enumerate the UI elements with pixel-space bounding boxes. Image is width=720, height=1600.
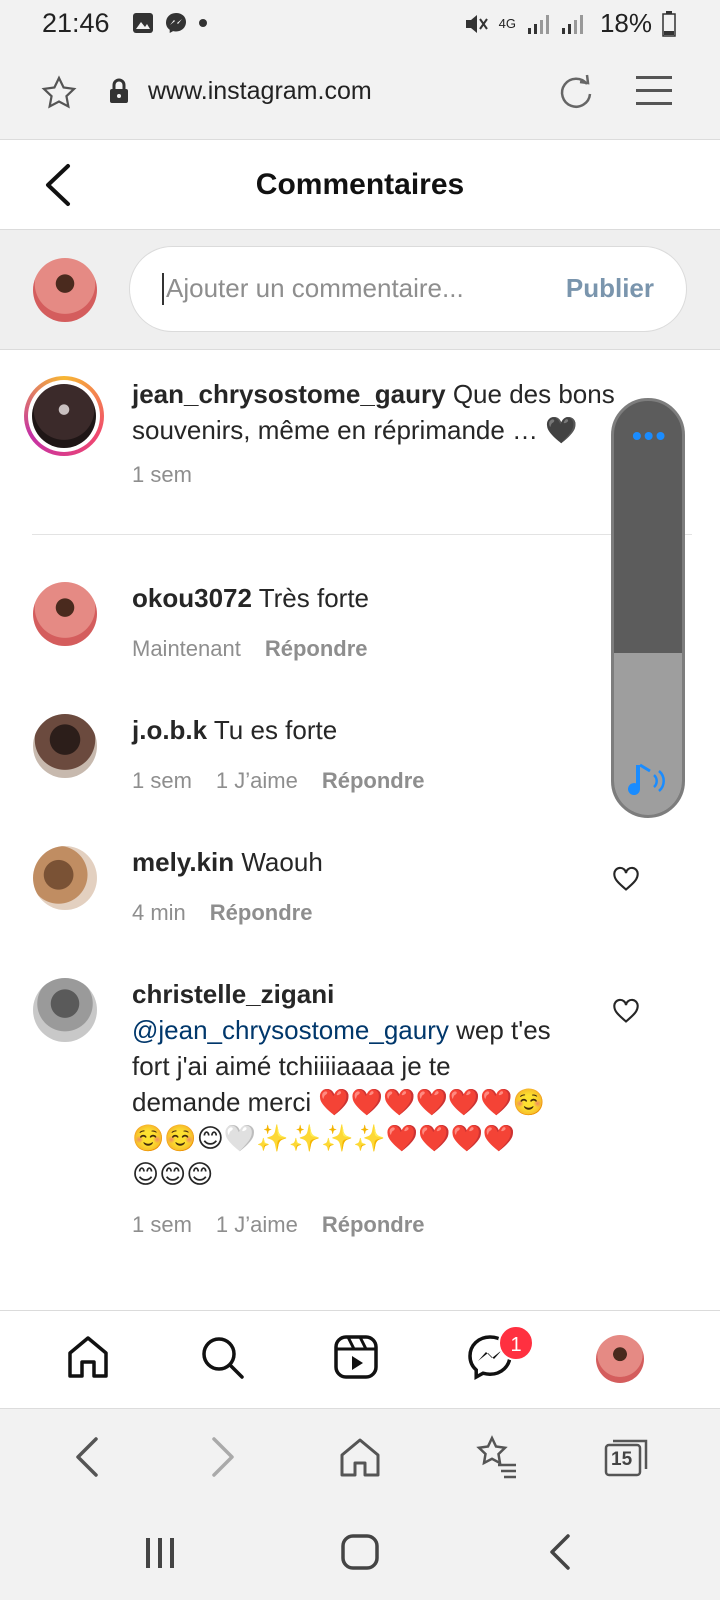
home-button-icon[interactable] xyxy=(340,1532,380,1572)
caption-time: 1 sem xyxy=(132,462,192,487)
mute-icon xyxy=(465,14,488,33)
comment-text-line: ☺️☺️😊🤍✨✨✨✨❤️❤️❤️❤️ xyxy=(132,1123,516,1153)
bookmarks-icon[interactable] xyxy=(474,1435,518,1479)
browser-home-icon[interactable] xyxy=(338,1435,382,1479)
browser-bottom-bar: 15 xyxy=(0,1408,720,1512)
music-note-icon[interactable] xyxy=(626,761,670,801)
list-item: mely.kin Waouh 4 min Répondre xyxy=(0,844,720,954)
commenter-avatar[interactable] xyxy=(33,582,97,646)
url-field[interactable]: www.instagram.com xyxy=(148,77,372,106)
comment-time: 1 sem xyxy=(132,1212,192,1237)
comment-username[interactable]: mely.kin xyxy=(132,847,234,877)
like-heart-icon[interactable] xyxy=(612,998,640,1024)
status-time: 21:46 xyxy=(42,8,110,38)
comment-text: Waouh xyxy=(241,847,323,877)
reply-button[interactable]: Répondre xyxy=(210,900,313,926)
caption-author-avatar[interactable] xyxy=(24,376,104,456)
profile-avatar[interactable] xyxy=(596,1335,644,1383)
comment-text-line: fort j'ai aimé tchiiiiaaaa je te xyxy=(132,1051,451,1081)
messages-badge: 1 xyxy=(498,1325,534,1361)
recent-apps-icon[interactable] xyxy=(140,1532,180,1572)
dot-icon xyxy=(199,19,207,27)
menu-icon[interactable] xyxy=(636,74,672,108)
network-type: 4G xyxy=(498,16,516,31)
like-heart-icon[interactable] xyxy=(612,866,640,892)
home-icon[interactable] xyxy=(64,1333,112,1381)
lock-icon xyxy=(110,78,128,103)
reload-icon[interactable] xyxy=(556,72,596,112)
commenter-avatar[interactable] xyxy=(33,846,97,910)
status-bar: 21:46 4G 18% xyxy=(0,0,720,48)
bookmark-star-icon[interactable] xyxy=(40,74,78,112)
signal-icon xyxy=(527,14,583,34)
search-icon[interactable] xyxy=(198,1333,246,1381)
comment-text: Très forte xyxy=(258,583,370,613)
comment-time: 1 sem xyxy=(132,768,192,793)
reply-button[interactable]: Répondre xyxy=(265,636,368,662)
instagram-bottom-nav: 1 xyxy=(0,1310,720,1408)
system-nav-bar xyxy=(0,1512,720,1600)
comments-header: Commentaires xyxy=(0,140,720,230)
comment-time: Maintenant xyxy=(132,636,241,661)
comment-input[interactable]: Ajouter un commentaire... Publier xyxy=(129,246,687,332)
comment-username[interactable]: okou3072 xyxy=(132,583,252,613)
like-count[interactable]: 1 J’aime xyxy=(216,768,298,794)
messenger-icon xyxy=(166,13,186,33)
commenter-avatar[interactable] xyxy=(33,714,97,778)
reply-button[interactable]: Répondre xyxy=(322,768,425,794)
browser-back-icon[interactable] xyxy=(72,1435,102,1479)
browser-address-bar: www.instagram.com xyxy=(0,48,720,140)
battery-level: 18% xyxy=(599,8,652,38)
commenter-avatar[interactable] xyxy=(33,978,97,1042)
reply-button[interactable]: Répondre xyxy=(322,1212,425,1238)
comment-username[interactable]: j.o.b.k xyxy=(132,715,207,745)
comment-text-line: demande merci ❤️❤️❤️❤️❤️❤️☺️ xyxy=(132,1087,546,1117)
caption-text-2: souvenirs, même en réprimande … 🖤 xyxy=(132,415,578,445)
comment-mention[interactable]: @jean_chrysostome_gaury xyxy=(132,1015,449,1045)
caption-text-1: Que des bons xyxy=(452,379,615,409)
tab-count: 15 xyxy=(611,1449,633,1470)
comment-username[interactable]: christelle_zigani xyxy=(132,979,334,1009)
browser-forward-icon[interactable] xyxy=(208,1435,238,1479)
comment-text: wep t'es xyxy=(448,1015,551,1045)
reels-icon[interactable] xyxy=(332,1333,380,1381)
comment-text: Tu es forte xyxy=(213,715,338,745)
publish-button[interactable]: Publier xyxy=(566,273,654,304)
caption-username[interactable]: jean_chrysostome_gaury xyxy=(132,379,446,409)
caption-divider xyxy=(32,534,692,535)
comment-input-placeholder[interactable]: Ajouter un commentaire... xyxy=(162,273,464,305)
more-options-icon[interactable]: ••• xyxy=(632,422,667,450)
comment-compose-bar: Ajouter un commentaire... Publier xyxy=(0,230,720,350)
floating-audio-panel[interactable]: ••• xyxy=(611,398,685,818)
gallery-icon xyxy=(133,13,153,33)
tabs-button[interactable]: 15 xyxy=(604,1435,650,1479)
comment-time: 4 min xyxy=(132,900,186,925)
like-count[interactable]: 1 J’aime xyxy=(216,1212,298,1238)
current-user-avatar xyxy=(33,258,97,322)
list-item: christelle_zigani @jean_chrysostome_gaur… xyxy=(0,976,720,1238)
battery-icon xyxy=(662,10,676,37)
page-title: Commentaires xyxy=(255,168,465,201)
comment-text-line: 😊😊😊 xyxy=(132,1159,214,1189)
system-back-icon[interactable] xyxy=(546,1532,576,1572)
